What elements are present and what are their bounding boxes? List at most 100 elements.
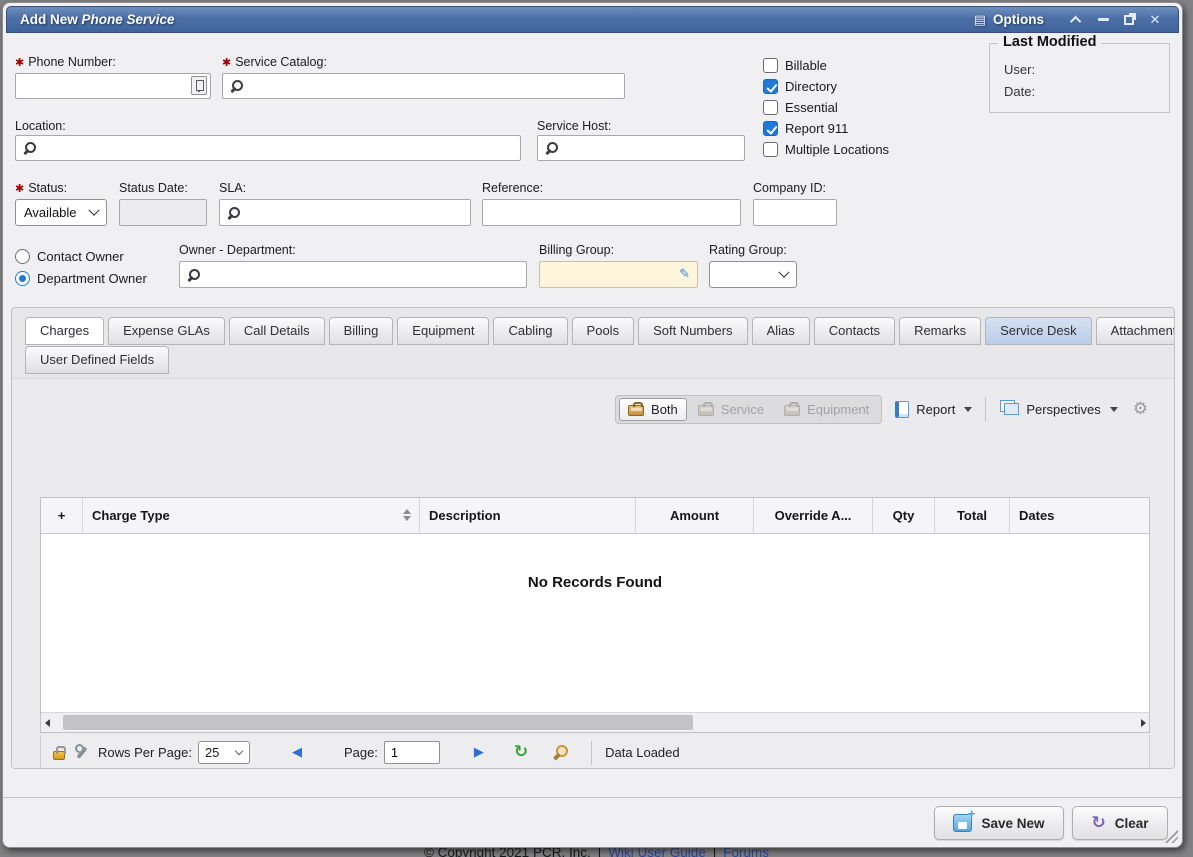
tab-user-defined-fields[interactable]: User Defined Fields (25, 346, 169, 374)
close-button[interactable]: ✕ (1142, 10, 1168, 30)
chevron-down-icon (88, 204, 99, 215)
toolbar-separator (985, 397, 986, 421)
service-flags: Billable Directory Essential Report 911 … (763, 55, 889, 160)
flag-label: Report 911 (785, 121, 848, 136)
scroll-right-button[interactable] (1137, 713, 1149, 732)
caret-down-icon (964, 407, 972, 412)
company-id-label: Company ID: (753, 181, 826, 195)
rows-per-page-select[interactable]: 25 (198, 741, 250, 764)
sort-icon[interactable] (403, 509, 411, 521)
tab-expense-glas[interactable]: Expense GLAs (108, 317, 225, 345)
required-asterisk: ✱ (15, 183, 24, 195)
last-modified-user-label: User: (1004, 62, 1035, 77)
minimize-button[interactable] (1090, 10, 1116, 30)
pagination-bar: Rows Per Page: 25 ◀ Page: ▶ ↻ Data Loade… (40, 735, 1150, 769)
checkbox-icon[interactable] (763, 58, 778, 73)
gear-icon[interactable]: ⚙ (1133, 399, 1148, 419)
column-add[interactable]: + (41, 498, 83, 533)
column-total[interactable]: Total (935, 498, 1010, 533)
refresh-icon[interactable]: ↻ (514, 744, 528, 761)
report-button[interactable]: Report (891, 399, 976, 420)
radio-department-owner[interactable]: Department Owner (15, 267, 147, 289)
rating-group-select[interactable] (709, 261, 797, 288)
column-dates[interactable]: Dates (1010, 498, 1149, 533)
column-qty[interactable]: Qty (873, 498, 935, 533)
tab-call-details[interactable]: Call Details (229, 317, 325, 345)
location-input[interactable] (15, 135, 521, 161)
collapse-button[interactable] (1064, 10, 1090, 30)
billing-group-input: ✎ (539, 261, 698, 288)
search-records-icon[interactable] (554, 745, 569, 760)
lock-icon[interactable] (53, 751, 65, 760)
scroll-left-button[interactable] (41, 713, 53, 732)
checkbox-checked-icon[interactable] (763, 79, 778, 94)
phone-number-input[interactable] (15, 73, 211, 99)
tab-alias[interactable]: Alias (752, 317, 810, 345)
service-catalog-label: ✱Service Catalog: (222, 55, 327, 69)
flag-directory[interactable]: Directory (763, 76, 889, 97)
charges-toolbar: Both Service Equipment Report Perspectiv… (615, 393, 1148, 425)
service-catalog-input[interactable] (222, 73, 625, 99)
grid-body: No Records Found (41, 534, 1149, 712)
reference-label: Reference: (482, 181, 543, 195)
popout-button[interactable] (1116, 10, 1142, 30)
tab-remarks[interactable]: Remarks (899, 317, 981, 345)
filter-equipment[interactable]: Equipment (775, 398, 878, 421)
detail-tab-panel: ChargesExpense GLAsCall DetailsBillingEq… (11, 307, 1175, 769)
tab-billing[interactable]: Billing (329, 317, 394, 345)
radio-icon[interactable] (15, 249, 30, 264)
column-charge-type[interactable]: Charge Type (83, 498, 420, 533)
checkbox-icon[interactable] (763, 100, 778, 115)
chevron-up-icon (1070, 15, 1081, 26)
search-icon (546, 142, 559, 155)
column-label: Qty (893, 508, 915, 523)
tab-service-desk[interactable]: Service Desk (985, 317, 1092, 345)
horizontal-scrollbar[interactable] (41, 712, 1149, 732)
last-modified-title: Last Modified (998, 34, 1101, 50)
scrollbar-thumb[interactable] (63, 715, 693, 730)
page-input[interactable] (384, 741, 440, 764)
reference-input[interactable] (482, 199, 741, 226)
dialog-footer: Save New ↻ Clear (3, 797, 1182, 847)
perspectives-button[interactable]: Perspectives (995, 400, 1121, 419)
tab-equipment[interactable]: Equipment (397, 317, 489, 345)
flag-label: Billable (785, 58, 827, 73)
flag-essential[interactable]: Essential (763, 97, 889, 118)
next-page-button[interactable]: ▶ (474, 745, 484, 760)
flag-billable[interactable]: Billable (763, 55, 889, 76)
radio-label: Department Owner (37, 271, 147, 286)
edit-pencil-icon[interactable]: ✎ (679, 266, 690, 282)
options-button[interactable]: ▤ Options (974, 12, 1044, 28)
tab-cabling[interactable]: Cabling (493, 317, 567, 345)
owner-department-input[interactable] (179, 261, 527, 288)
status-select[interactable]: Available (15, 199, 107, 226)
column-label: Dates (1019, 508, 1054, 523)
filter-both[interactable]: Both (619, 398, 687, 421)
flag-multiple-locations[interactable]: Multiple Locations (763, 139, 889, 160)
prev-page-button[interactable]: ◀ (292, 745, 302, 760)
checkbox-icon[interactable] (763, 142, 778, 157)
column-description[interactable]: Description (420, 498, 636, 533)
radio-contact-owner[interactable]: Contact Owner (15, 245, 147, 267)
radio-selected-icon[interactable] (15, 271, 30, 286)
service-host-input[interactable] (537, 135, 745, 161)
save-new-button[interactable]: Save New (934, 806, 1064, 840)
search-icon (231, 80, 244, 93)
tab-soft-numbers[interactable]: Soft Numbers (638, 317, 747, 345)
wrench-icon[interactable] (74, 745, 89, 760)
checkbox-checked-icon[interactable] (763, 121, 778, 136)
sla-input[interactable] (219, 199, 471, 226)
filter-service[interactable]: Service (689, 398, 773, 421)
flag-report-911[interactable]: Report 911 (763, 118, 889, 139)
column-amount[interactable]: Amount (636, 498, 754, 533)
company-id-input[interactable] (753, 199, 837, 226)
clear-button[interactable]: ↻ Clear (1072, 806, 1168, 840)
tab-pools[interactable]: Pools (572, 317, 635, 345)
tab-charges[interactable]: Charges (25, 317, 104, 345)
tab-contacts[interactable]: Contacts (814, 317, 895, 345)
phone-lookup-icon[interactable] (191, 76, 207, 95)
column-override-a[interactable]: Override A... (754, 498, 873, 533)
dialog-titlebar[interactable]: Add New Phone Service ▤ Options ✕ (6, 6, 1179, 33)
chevron-down-icon (235, 746, 243, 754)
tab-attachments[interactable]: Attachments (1096, 317, 1175, 345)
